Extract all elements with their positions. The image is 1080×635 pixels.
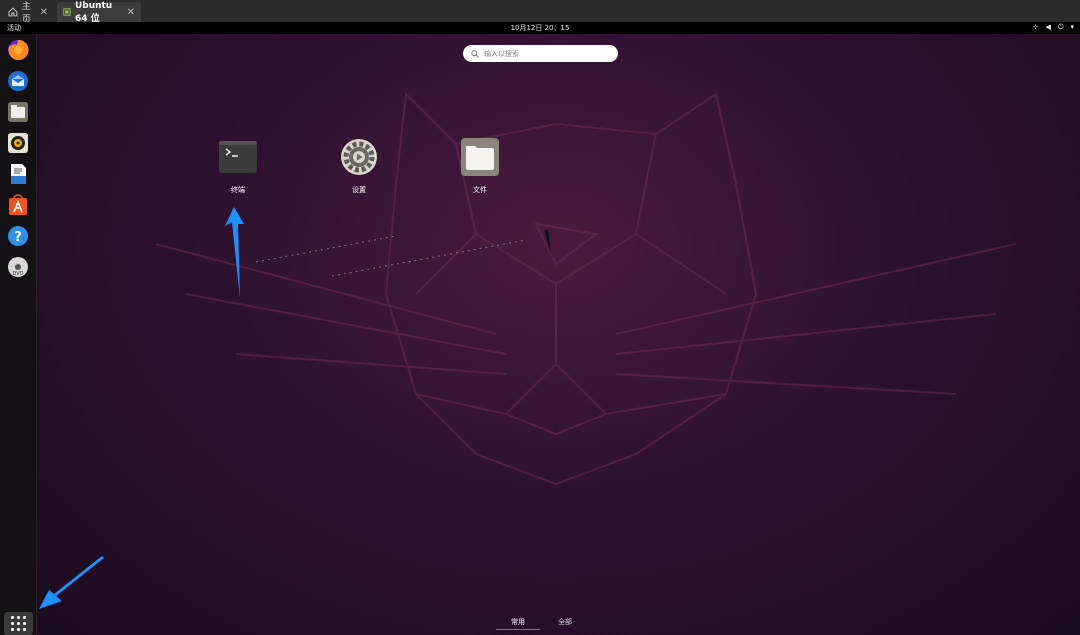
volume-icon[interactable]: ◀ bbox=[1046, 23, 1051, 32]
dock-item-thunderbird[interactable] bbox=[7, 70, 29, 92]
app-label: 设置 bbox=[352, 186, 366, 194]
dvd-icon: DVD bbox=[8, 257, 28, 277]
home-icon bbox=[8, 7, 18, 17]
app-label: 终端 bbox=[231, 186, 245, 194]
app-settings[interactable]: 设置 bbox=[329, 138, 389, 195]
help-icon: ? bbox=[8, 226, 28, 246]
app-view-switcher: 常用 全部 bbox=[0, 617, 1080, 631]
vm-icon bbox=[63, 8, 71, 16]
thunderbird-icon bbox=[8, 71, 28, 91]
app-terminal[interactable]: 终端 bbox=[208, 138, 268, 195]
dock-item-writer[interactable] bbox=[7, 163, 29, 185]
svg-text:DVD: DVD bbox=[12, 271, 23, 277]
tab-ubuntu-vm-label: Ubuntu 64 位 bbox=[74, 0, 113, 24]
system-tray[interactable]: ⊹ ◀ ⏻ ▾ bbox=[1033, 23, 1074, 32]
network-icon[interactable]: ⊹ bbox=[1033, 23, 1039, 32]
power-icon[interactable]: ⏻ bbox=[1058, 23, 1064, 32]
dock: ? DVD bbox=[0, 34, 37, 635]
libreoffice-writer-icon bbox=[11, 164, 26, 184]
tab-ubuntu-vm[interactable]: Ubuntu 64 位 ✕ bbox=[57, 0, 141, 24]
dock-item-software[interactable] bbox=[7, 194, 29, 216]
search-icon bbox=[471, 49, 479, 58]
rhythmbox-icon bbox=[8, 133, 28, 153]
dock-item-firefox[interactable] bbox=[7, 39, 29, 61]
dock-item-files[interactable] bbox=[7, 101, 29, 123]
software-center-icon bbox=[9, 194, 27, 215]
dock-item-dvd[interactable]: DVD bbox=[7, 256, 29, 278]
tab-home[interactable]: 主页 ✕ bbox=[2, 2, 54, 25]
host-tab-bar: 主页 ✕ Ubuntu 64 位 ✕ bbox=[0, 0, 1080, 25]
files-folder-icon bbox=[461, 138, 499, 176]
top-panel: 活动 10月12日 20：15 ⊹ ◀ ⏻ ▾ bbox=[0, 22, 1080, 34]
search-placeholder: 输入以搜索 bbox=[484, 49, 519, 58]
tab-all[interactable]: 全部 bbox=[552, 617, 578, 627]
firefox-icon bbox=[8, 39, 29, 60]
search-input[interactable]: 输入以搜索 bbox=[463, 45, 618, 62]
terminal-icon bbox=[219, 141, 257, 173]
app-label: 文件 bbox=[473, 186, 487, 194]
app-files[interactable]: 文件 bbox=[450, 138, 510, 195]
files-icon bbox=[8, 102, 28, 122]
chevron-down-icon[interactable]: ▾ bbox=[1070, 23, 1074, 32]
dock-item-rhythmbox[interactable] bbox=[7, 132, 29, 154]
settings-gear-icon bbox=[341, 139, 377, 175]
dock-item-help[interactable]: ? bbox=[7, 225, 29, 247]
overview-background bbox=[36, 34, 1080, 635]
clock[interactable]: 10月12日 20：15 bbox=[0, 23, 1080, 33]
tab-frequent[interactable]: 常用 bbox=[496, 617, 540, 630]
close-icon[interactable]: ✕ bbox=[40, 7, 48, 18]
svg-text:?: ? bbox=[14, 230, 22, 245]
close-icon[interactable]: ✕ bbox=[127, 7, 135, 18]
wallpaper-cat-outline bbox=[155, 91, 1017, 486]
